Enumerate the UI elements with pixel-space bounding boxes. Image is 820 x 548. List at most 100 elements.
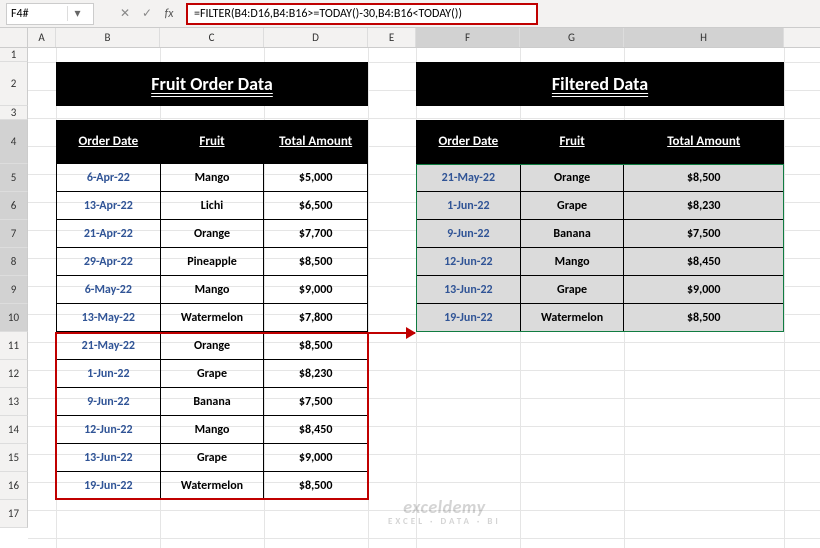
row-17[interactable]: 17 bbox=[0, 500, 28, 528]
row-3[interactable]: 3 bbox=[0, 106, 28, 120]
col-F[interactable]: F bbox=[416, 28, 520, 47]
row-10[interactable]: 10 bbox=[0, 304, 28, 332]
table-row[interactable]: 9-Jun-22Banana$7,500 bbox=[56, 388, 368, 416]
cell-fruit[interactable]: Orange bbox=[161, 220, 265, 247]
cell-date[interactable]: 13-Jun-22 bbox=[57, 444, 161, 471]
row-2[interactable]: 2 bbox=[0, 62, 28, 106]
cell-fruit[interactable]: Pineapple bbox=[161, 248, 265, 275]
row-15[interactable]: 15 bbox=[0, 444, 28, 472]
enter-icon[interactable]: ✓ bbox=[136, 6, 158, 21]
cell-amount[interactable]: $7,700 bbox=[264, 220, 368, 247]
cell-amount[interactable]: $8,230 bbox=[624, 192, 784, 219]
table-row[interactable]: 29-Apr-22Pineapple$8,500 bbox=[56, 248, 368, 276]
cell-amount[interactable]: $6,500 bbox=[264, 192, 368, 219]
cell-date[interactable]: 13-Jun-22 bbox=[417, 276, 521, 303]
cell-fruit[interactable]: Mango bbox=[161, 416, 265, 443]
cell-date[interactable]: 1-Jun-22 bbox=[417, 192, 521, 219]
cell-grid[interactable]: Fruit Order Data Filtered Data Order Dat… bbox=[28, 48, 820, 548]
fx-icon[interactable]: fx bbox=[158, 7, 180, 21]
cell-amount[interactable]: $7,800 bbox=[264, 304, 368, 331]
cell-amount[interactable]: $9,000 bbox=[264, 444, 368, 471]
table-row[interactable]: 19-Jun-22Watermelon$8,500 bbox=[416, 304, 784, 332]
cell-date[interactable]: 19-Jun-22 bbox=[417, 304, 521, 331]
cell-fruit[interactable]: Watermelon bbox=[161, 472, 265, 499]
col-E[interactable]: E bbox=[368, 28, 416, 47]
formula-input[interactable] bbox=[194, 7, 530, 21]
cell-date[interactable]: 21-Apr-22 bbox=[57, 220, 161, 247]
cancel-icon[interactable]: ✕ bbox=[114, 6, 136, 21]
table-row[interactable]: 12-Jun-22Mango$8,450 bbox=[416, 248, 784, 276]
table-row[interactable]: 13-Jun-22Grape$9,000 bbox=[56, 444, 368, 472]
cell-fruit[interactable]: Mango bbox=[161, 276, 265, 303]
select-all-corner[interactable] bbox=[0, 28, 28, 47]
cell-amount[interactable]: $8,500 bbox=[264, 472, 368, 499]
col-A[interactable]: A bbox=[28, 28, 56, 47]
cell-date[interactable]: 13-May-22 bbox=[57, 304, 161, 331]
row-11[interactable]: 11 bbox=[0, 332, 28, 360]
row-4[interactable]: 4 bbox=[0, 120, 28, 164]
cell-fruit[interactable]: Watermelon bbox=[161, 304, 265, 331]
cell-amount[interactable]: $5,000 bbox=[264, 164, 368, 191]
cell-fruit[interactable]: Grape bbox=[521, 276, 625, 303]
row-8[interactable]: 8 bbox=[0, 248, 28, 276]
cell-amount[interactable]: $9,000 bbox=[624, 276, 784, 303]
table-row[interactable]: 21-Apr-22Orange$7,700 bbox=[56, 220, 368, 248]
cell-fruit[interactable]: Mango bbox=[161, 164, 265, 191]
row-1[interactable]: 1 bbox=[0, 48, 28, 62]
cell-date[interactable]: 13-Apr-22 bbox=[57, 192, 161, 219]
col-B[interactable]: B bbox=[56, 28, 160, 47]
cell-amount[interactable]: $7,500 bbox=[624, 220, 784, 247]
cell-fruit[interactable]: Grape bbox=[161, 360, 265, 387]
table-row[interactable]: 12-Jun-22Mango$8,450 bbox=[56, 416, 368, 444]
cell-date[interactable]: 29-Apr-22 bbox=[57, 248, 161, 275]
cell-fruit[interactable]: Lichi bbox=[161, 192, 265, 219]
cell-amount[interactable]: $8,230 bbox=[264, 360, 368, 387]
table-row[interactable]: 1-Jun-22Grape$8,230 bbox=[56, 360, 368, 388]
cell-amount[interactable]: $8,500 bbox=[264, 332, 368, 359]
table-row[interactable]: 6-Apr-22Mango$5,000 bbox=[56, 164, 368, 192]
cell-fruit[interactable]: Mango bbox=[521, 248, 625, 275]
cell-date[interactable]: 12-Jun-22 bbox=[57, 416, 161, 443]
row-6[interactable]: 6 bbox=[0, 192, 28, 220]
cell-fruit[interactable]: Watermelon bbox=[521, 304, 625, 331]
col-G[interactable]: G bbox=[520, 28, 624, 47]
table-row[interactable]: 13-Jun-22Grape$9,000 bbox=[416, 276, 784, 304]
cell-fruit[interactable]: Orange bbox=[161, 332, 265, 359]
cell-fruit[interactable]: Banana bbox=[521, 220, 625, 247]
row-14[interactable]: 14 bbox=[0, 416, 28, 444]
table-row[interactable]: 13-May-22Watermelon$7,800 bbox=[56, 304, 368, 332]
cell-amount[interactable]: $8,500 bbox=[264, 248, 368, 275]
table-row[interactable]: 1-Jun-22Grape$8,230 bbox=[416, 192, 784, 220]
cell-fruit[interactable]: Grape bbox=[161, 444, 265, 471]
cell-date[interactable]: 21-May-22 bbox=[57, 332, 161, 359]
row-16[interactable]: 16 bbox=[0, 472, 28, 500]
cell-date[interactable]: 9-Jun-22 bbox=[57, 388, 161, 415]
table-row[interactable]: 6-May-22Mango$9,000 bbox=[56, 276, 368, 304]
row-7[interactable]: 7 bbox=[0, 220, 28, 248]
cell-fruit[interactable]: Orange bbox=[521, 164, 625, 191]
chevron-down-icon[interactable]: ▾ bbox=[67, 6, 87, 21]
row-13[interactable]: 13 bbox=[0, 388, 28, 416]
row-12[interactable]: 12 bbox=[0, 360, 28, 388]
cell-date[interactable]: 6-Apr-22 bbox=[57, 164, 161, 191]
table-row[interactable]: 21-May-22Orange$8,500 bbox=[56, 332, 368, 360]
row-9[interactable]: 9 bbox=[0, 276, 28, 304]
table-row[interactable]: 13-Apr-22Lichi$6,500 bbox=[56, 192, 368, 220]
table-row[interactable]: 19-Jun-22Watermelon$8,500 bbox=[56, 472, 368, 500]
cell-date[interactable]: 21-May-22 bbox=[417, 164, 521, 191]
name-box-input[interactable] bbox=[7, 5, 67, 23]
cell-fruit[interactable]: Banana bbox=[161, 388, 265, 415]
table-row[interactable]: 21-May-22Orange$8,500 bbox=[416, 164, 784, 192]
row-5[interactable]: 5 bbox=[0, 164, 28, 192]
col-C[interactable]: C bbox=[160, 28, 264, 47]
cell-amount[interactable]: $8,450 bbox=[264, 416, 368, 443]
cell-date[interactable]: 12-Jun-22 bbox=[417, 248, 521, 275]
cell-amount[interactable]: $8,500 bbox=[624, 164, 784, 191]
cell-fruit[interactable]: Grape bbox=[521, 192, 625, 219]
cell-amount[interactable]: $8,450 bbox=[624, 248, 784, 275]
cell-date[interactable]: 6-May-22 bbox=[57, 276, 161, 303]
cell-date[interactable]: 19-Jun-22 bbox=[57, 472, 161, 499]
cell-date[interactable]: 9-Jun-22 bbox=[417, 220, 521, 247]
table-row[interactable]: 9-Jun-22Banana$7,500 bbox=[416, 220, 784, 248]
col-H[interactable]: H bbox=[624, 28, 784, 47]
